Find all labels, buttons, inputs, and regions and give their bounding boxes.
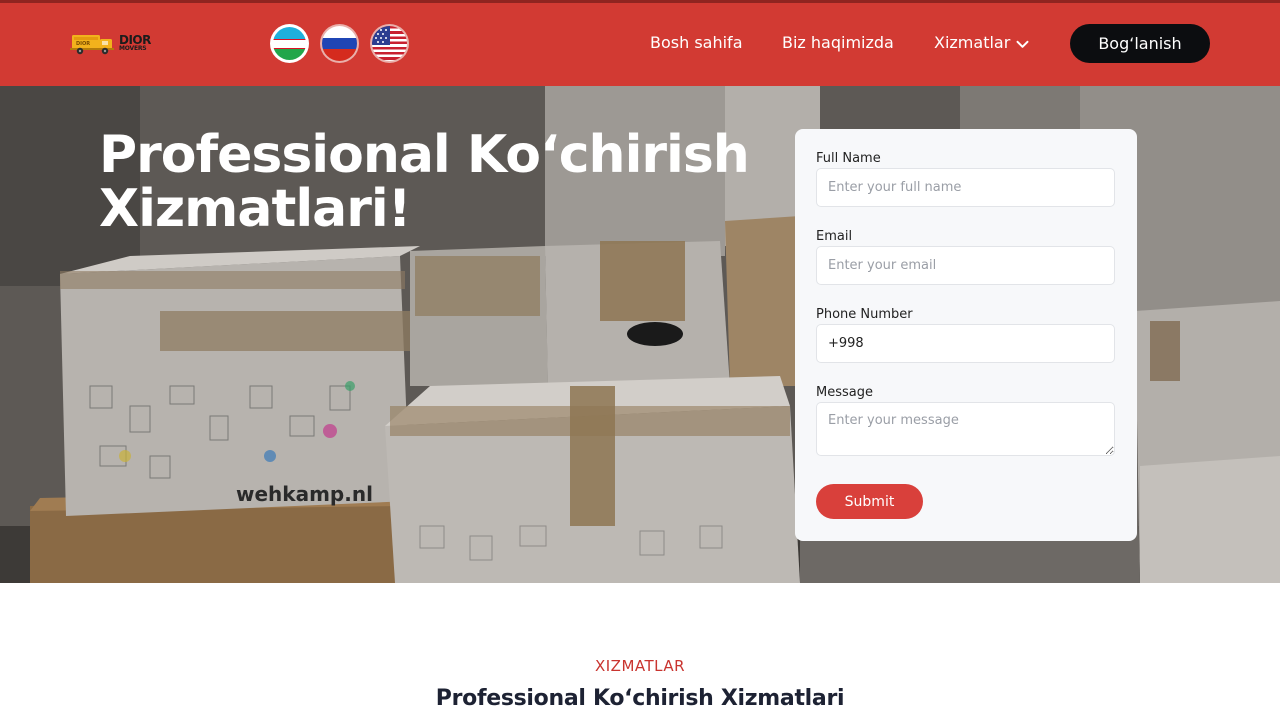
hero-title-line-1: Professional Ko‘chirish <box>99 125 750 185</box>
nav-about-link[interactable]: Biz haqimizda <box>782 33 894 52</box>
flag-us-icon <box>372 26 407 61</box>
message-label: Message <box>816 385 873 400</box>
contact-button[interactable]: Bog‘lanish <box>1070 24 1210 63</box>
site-logo[interactable]: DIOR DIOR MOVERS <box>70 27 160 59</box>
site-header: DIOR DIOR MOVERS Bosh sahifa Biz haqimiz… <box>0 0 1280 86</box>
nav-home-link[interactable]: Bosh sahifa <box>650 33 743 52</box>
hero-title: Professional Ko‘chirish Xizmatlari! <box>99 128 779 236</box>
truck-icon: DIOR <box>70 30 116 56</box>
language-switcher <box>270 24 409 63</box>
language-ru-button[interactable] <box>320 24 359 63</box>
svg-text:DIOR: DIOR <box>76 41 90 47</box>
logo-sub-text: MOVERS <box>119 45 147 52</box>
language-uz-button[interactable] <box>270 24 309 63</box>
flag-ru-icon <box>322 26 357 61</box>
flag-uz-icon <box>273 27 306 60</box>
full-name-label: Full Name <box>816 151 881 166</box>
nav-services-dropdown[interactable]: Xizmatlar <box>934 33 1029 53</box>
chevron-down-icon <box>1016 34 1029 53</box>
submit-button[interactable]: Submit <box>816 484 923 519</box>
box-brand-text: wehkamp.nl <box>236 482 373 506</box>
message-textarea[interactable] <box>816 402 1115 456</box>
hero-title-line-2: Xizmatlari! <box>99 179 411 239</box>
language-en-button[interactable] <box>370 24 409 63</box>
logo-text: DIOR MOVERS <box>119 34 151 52</box>
contact-form: Full Name Email Phone Number Message Sub… <box>795 129 1137 541</box>
phone-input[interactable] <box>816 324 1115 363</box>
nav-services-label: Xizmatlar <box>934 33 1011 52</box>
phone-label: Phone Number <box>816 307 913 322</box>
full-name-input[interactable] <box>816 168 1115 207</box>
services-title: Professional Ko‘chirish Xizmatlari <box>435 686 845 711</box>
header-top-border <box>0 0 1280 3</box>
services-kicker: XIZMATLAR <box>594 657 686 675</box>
email-input[interactable] <box>816 246 1115 285</box>
email-label: Email <box>816 229 853 244</box>
